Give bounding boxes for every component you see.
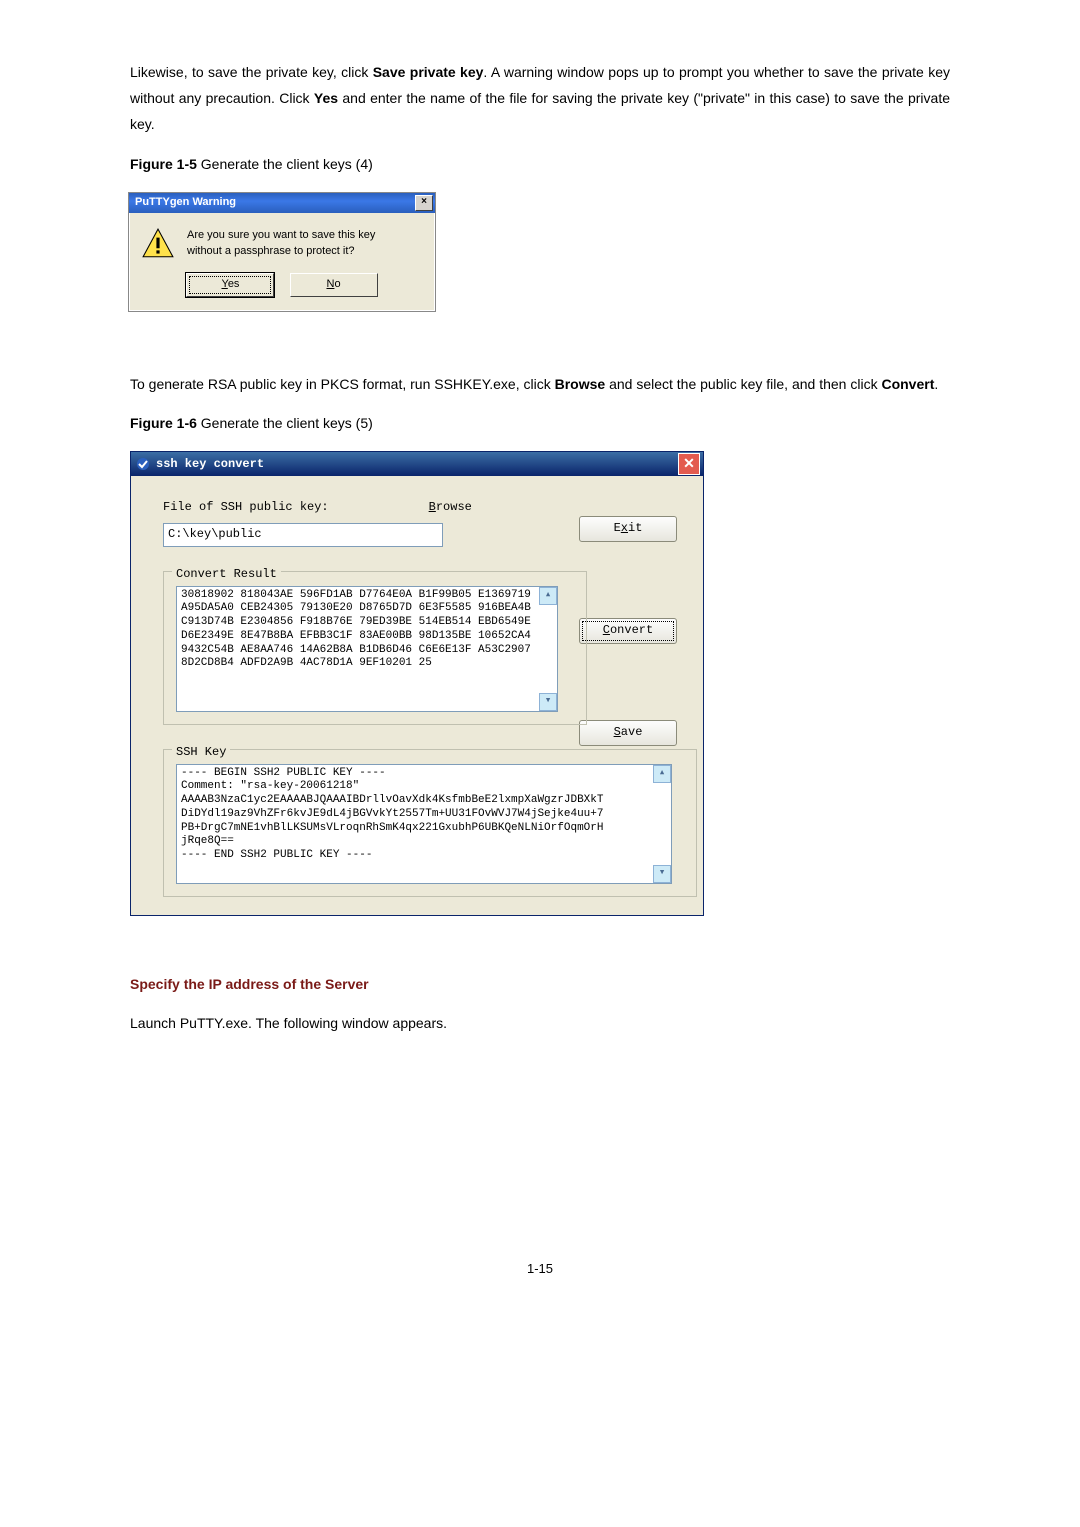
- app-icon: [135, 456, 151, 472]
- bold-convert: Convert: [881, 376, 934, 392]
- bold-save-private-key: Save private key: [373, 64, 484, 80]
- figure-1-5-caption: Figure 1-5 Generate the client keys (4): [130, 152, 950, 178]
- scroll-up-icon[interactable]: ▴: [653, 765, 671, 783]
- puttygen-warning-dialog: PuTTYgen Warning × Are you sure you want…: [128, 192, 436, 312]
- figure-1-6-caption: Figure 1-6 Generate the client keys (5): [130, 411, 950, 437]
- ssh-key-legend: SSH Key: [172, 741, 230, 763]
- dialog-titlebar: PuTTYgen Warning ×: [129, 193, 435, 213]
- scroll-up-icon[interactable]: ▴: [539, 587, 557, 605]
- page-number: 1-15: [130, 1257, 950, 1281]
- no-button[interactable]: No: [290, 273, 378, 297]
- file-path-input[interactable]: C:\key\public: [163, 523, 443, 547]
- close-icon[interactable]: ✕: [678, 453, 700, 475]
- ssh-key-group: SSH Key ---- BEGIN SSH2 PUBLIC KEY ---- …: [163, 749, 697, 897]
- scroll-down-icon[interactable]: ▾: [539, 693, 557, 711]
- warning-icon: [141, 227, 175, 261]
- section-header-specify-ip: Specify the IP address of the Server: [130, 972, 950, 998]
- bold-browse: Browse: [555, 376, 606, 392]
- convert-result-group: Convert Result 30818902 818043AE 596FD1A…: [163, 571, 587, 725]
- convert-button[interactable]: Convert: [579, 618, 677, 644]
- paragraph-save-private-key: Likewise, to save the private key, click…: [130, 60, 950, 138]
- browse-label[interactable]: Browse: [429, 496, 472, 518]
- ssh-key-textarea[interactable]: ---- BEGIN SSH2 PUBLIC KEY ---- Comment:…: [176, 764, 672, 884]
- convert-result-legend: Convert Result: [172, 563, 281, 585]
- ssh-key-convert-window: ssh key convert ✕ File of SSH public key…: [130, 451, 704, 915]
- close-icon[interactable]: ×: [415, 195, 433, 211]
- convert-result-textarea[interactable]: 30818902 818043AE 596FD1AB D7764E0A B1F9…: [176, 586, 558, 712]
- paragraph-launch-putty: Launch PuTTY.exe. The following window a…: [130, 1011, 950, 1037]
- bold-yes: Yes: [314, 90, 338, 106]
- dialog-title: PuTTYgen Warning: [135, 192, 236, 212]
- file-of-ssh-label: File of SSH public key:: [163, 496, 329, 518]
- scroll-down-icon[interactable]: ▾: [653, 865, 671, 883]
- warning-message: Are you sure you want to save this key w…: [187, 228, 375, 259]
- save-button[interactable]: Save: [579, 720, 677, 746]
- exit-button[interactable]: Exit: [579, 516, 677, 542]
- window-title: ssh key convert: [156, 453, 264, 475]
- window-titlebar: ssh key convert ✕: [131, 452, 703, 476]
- paragraph-generate-rsa: To generate RSA public key in PKCS forma…: [130, 372, 950, 398]
- yes-button[interactable]: Yes: [186, 273, 274, 297]
